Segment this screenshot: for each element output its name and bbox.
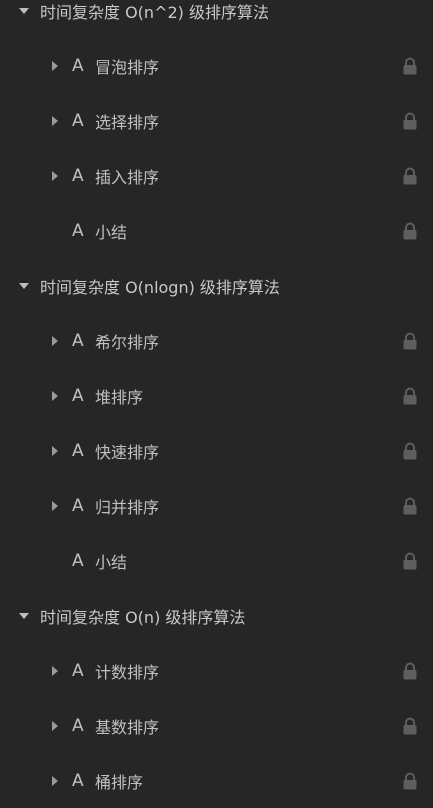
text-lesson-icon: A: [72, 550, 84, 571]
lock-icon: [403, 662, 417, 679]
section-title: 时间复杂度 O(nlogn) 级排序算法: [40, 277, 280, 297]
lesson-item[interactable]: A 小结: [0, 533, 433, 588]
text-lesson-icon: A: [72, 660, 84, 681]
text-lesson-icon: A: [72, 330, 84, 351]
course-outline-tree: 时间复杂度 O(n^2) 级排序算法 A 冒泡排序 A 选择排序 A 插入排序 …: [0, 0, 433, 808]
lesson-item[interactable]: A 选择排序: [0, 93, 433, 148]
lesson-label: 堆排序: [95, 387, 144, 407]
caret-right-icon[interactable]: [52, 60, 58, 71]
lesson-item[interactable]: A 桶排序: [0, 753, 433, 808]
text-lesson-icon: A: [72, 55, 84, 76]
text-lesson-icon: A: [72, 715, 84, 736]
lesson-label: 选择排序: [95, 112, 160, 132]
text-lesson-icon: A: [72, 440, 84, 461]
lock-icon: [403, 772, 417, 789]
lock-icon: [403, 167, 417, 184]
text-lesson-icon: A: [72, 770, 84, 791]
lesson-label: 桶排序: [95, 772, 144, 792]
text-lesson-icon: A: [72, 110, 84, 131]
lesson-item[interactable]: A 快速排序: [0, 423, 433, 478]
caret-right-icon[interactable]: [52, 170, 58, 181]
caret-right-icon[interactable]: [52, 115, 58, 126]
caret-right-icon[interactable]: [52, 445, 58, 456]
lesson-item[interactable]: A 插入排序: [0, 148, 433, 203]
text-lesson-icon: A: [72, 385, 84, 406]
lesson-label: 快速排序: [95, 442, 160, 462]
caret-right-icon[interactable]: [52, 665, 58, 676]
lesson-item[interactable]: A 希尔排序: [0, 313, 433, 368]
caret-right-icon[interactable]: [52, 390, 58, 401]
lesson-item[interactable]: A 堆排序: [0, 368, 433, 423]
section-title: 时间复杂度 O(n) 级排序算法: [40, 607, 246, 627]
lesson-label: 小结: [95, 552, 128, 572]
caret-right-icon[interactable]: [52, 335, 58, 346]
section-header[interactable]: 时间复杂度 O(n^2) 级排序算法: [0, 0, 433, 38]
lesson-item[interactable]: A 基数排序: [0, 698, 433, 753]
text-lesson-icon: A: [72, 495, 84, 516]
lock-icon: [403, 332, 417, 349]
lock-icon: [403, 387, 417, 404]
lesson-item[interactable]: A 小结: [0, 203, 433, 258]
lesson-label: 希尔排序: [95, 332, 160, 352]
lock-icon: [403, 222, 417, 239]
caret-right-icon[interactable]: [52, 720, 58, 731]
lock-icon: [403, 552, 417, 569]
lesson-label: 归并排序: [95, 497, 160, 517]
lock-icon: [403, 112, 417, 129]
text-lesson-icon: A: [72, 220, 84, 241]
caret-down-icon[interactable]: [19, 612, 29, 619]
lock-icon: [403, 497, 417, 514]
lesson-item[interactable]: A 归并排序: [0, 478, 433, 533]
section-header[interactable]: 时间复杂度 O(nlogn) 级排序算法: [0, 258, 433, 313]
section-title: 时间复杂度 O(n^2) 级排序算法: [40, 2, 269, 22]
caret-down-icon[interactable]: [19, 7, 29, 14]
lock-icon: [403, 442, 417, 459]
caret-right-icon[interactable]: [52, 775, 58, 786]
lock-icon: [403, 57, 417, 74]
lesson-label: 小结: [95, 222, 128, 242]
lesson-label: 插入排序: [95, 167, 160, 187]
caret-down-icon[interactable]: [19, 282, 29, 289]
lock-icon: [403, 717, 417, 734]
lesson-label: 冒泡排序: [95, 57, 160, 77]
caret-right-icon[interactable]: [52, 500, 58, 511]
lesson-item[interactable]: A 计数排序: [0, 643, 433, 698]
lesson-label: 基数排序: [95, 717, 160, 737]
lesson-label: 计数排序: [95, 662, 160, 682]
text-lesson-icon: A: [72, 165, 84, 186]
lesson-item[interactable]: A 冒泡排序: [0, 38, 433, 93]
section-header[interactable]: 时间复杂度 O(n) 级排序算法: [0, 588, 433, 643]
